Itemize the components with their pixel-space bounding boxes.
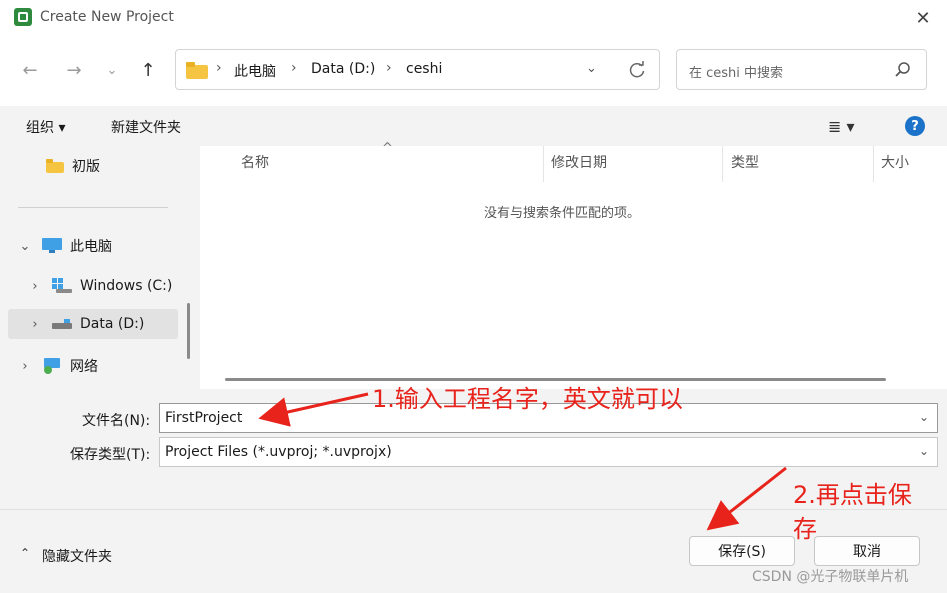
annotation-arrow-step2 xyxy=(706,466,787,531)
annotation-step1: 1.输入工程名字，英文就可以 xyxy=(372,385,683,413)
annotation-step2-line1: 2.再点击保 xyxy=(793,481,912,509)
annotation-arrow-step1 xyxy=(258,392,369,427)
watermark: CSDN @光子物联单片机 xyxy=(752,569,909,585)
annotation-step2-line2: 存 xyxy=(793,515,817,543)
